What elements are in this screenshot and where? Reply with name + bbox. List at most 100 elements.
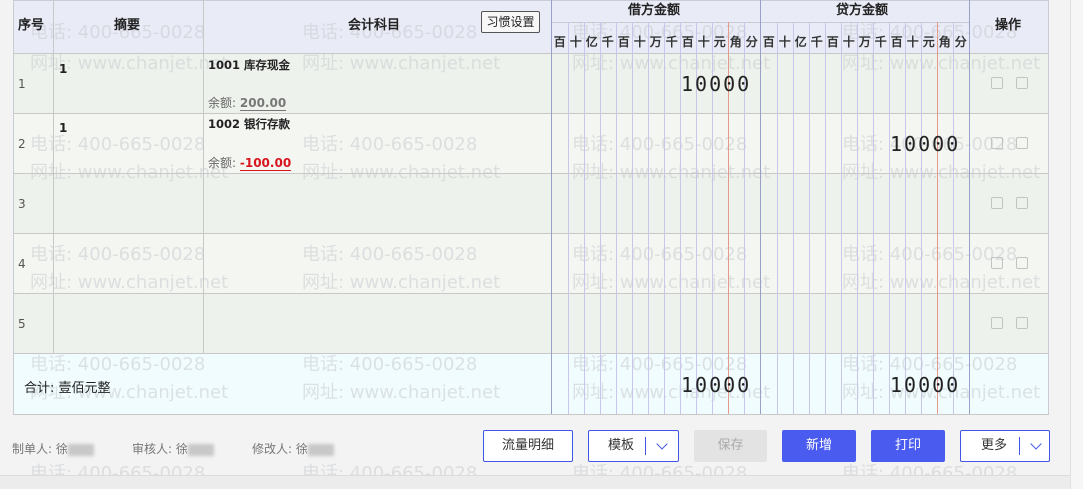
modifier-label: 修改人: 徐 [252,442,308,456]
amount-unit-label: 十 [633,35,646,49]
amount-unit-label: 百 [890,35,903,49]
digit-divider [584,22,585,414]
flow-detail-button[interactable]: 流量明细 [483,430,573,462]
col-border [203,0,204,353]
trash-icon[interactable] [1016,77,1028,89]
amount-unit-label: 万 [649,35,662,49]
trash-icon[interactable] [1016,257,1028,269]
digit-divider [841,22,842,414]
row-border [13,113,1049,114]
amount-unit-label: 千 [601,35,614,49]
copy-icon[interactable] [991,137,1003,149]
row-debit-amount[interactable]: 10000 [681,72,751,96]
row-seq: 1 [18,77,26,91]
row-summary[interactable]: 1 [59,62,67,76]
digit-divider [873,22,874,414]
amount-unit-label: 角 [729,35,742,49]
total-debit-amount: 10000 [681,373,752,397]
maker-label: 制单人: 徐 [12,442,68,456]
digit-divider [568,22,569,414]
amount-unit-label: 千 [874,35,887,49]
trash-icon[interactable] [1016,137,1028,149]
total-credit-amount: 10000 [890,373,961,397]
amount-unit-label: 十 [842,35,855,49]
redacted-name [187,443,214,456]
digit-divider [600,22,601,414]
template-label[interactable]: 模板 [589,431,653,461]
copy-icon[interactable] [991,197,1003,209]
balance-value[interactable]: -100.00 [239,156,292,171]
header-bottom-border [13,53,1049,54]
digit-divider [953,22,954,414]
table-row[interactable] [14,233,1048,293]
table-row[interactable] [14,293,1048,353]
table-row[interactable] [14,173,1048,233]
header-summary: 摘要 [114,18,141,33]
copy-icon[interactable] [991,317,1003,329]
amount-unit-label: 千 [665,35,678,49]
vertical-scrollbar[interactable] [1070,0,1083,489]
balance-label: 余额: [208,156,237,170]
amount-unit-label: 十 [569,35,582,49]
amount-unit-label: 分 [954,35,967,49]
amount-unit-label: 元 [713,35,726,49]
row-border [13,173,1049,174]
amount-unit-label: 十 [906,35,919,49]
habit-settings-button[interactable]: 习惯设置 [481,11,540,33]
row-subject[interactable]: 1002 银行存款 [208,116,290,132]
digit-divider [777,22,778,414]
table-row[interactable] [14,53,1048,113]
print-button[interactable]: 打印 [871,430,945,462]
digit-divider [616,22,617,414]
copy-icon[interactable] [991,77,1003,89]
template-split-button[interactable]: 模板 [588,430,679,462]
reviewer-label: 审核人: 徐 [132,442,188,456]
amount-unit-label: 百 [826,35,839,49]
col-border [760,0,761,414]
header-ops: 操作 [995,18,1022,33]
split-divider [1019,437,1020,455]
col-border [969,0,970,414]
amount-unit-label: 百 [681,35,694,49]
trash-icon[interactable] [1016,197,1028,209]
horizontal-scrollbar[interactable] [0,475,1070,489]
more-label[interactable]: 更多 [961,431,1027,461]
digit-divider [809,22,810,414]
add-button[interactable]: 新增 [782,430,856,462]
amount-unit-label: 元 [922,35,935,49]
amount-unit-label: 百 [617,35,630,49]
row-credit-amount[interactable]: 10000 [890,132,960,156]
trash-icon[interactable] [1016,317,1028,329]
col-border [53,0,54,353]
copy-icon[interactable] [991,257,1003,269]
balance-value[interactable]: 200.00 [239,96,287,111]
amount-unit-label: 亿 [794,35,807,49]
amount-unit-label: 百 [762,35,775,49]
row-summary[interactable]: 1 [59,121,67,135]
row-seq: 4 [18,257,26,271]
amount-unit-label: 千 [810,35,823,49]
digit-divider [857,22,858,414]
digit-divider [905,22,906,414]
row-seq: 3 [18,197,26,211]
header-subject: 会计科目 [348,18,401,33]
row-balance: 余额: 200.00 [208,94,287,111]
row-subject[interactable]: 1001 库存现金 [208,57,290,73]
more-split-button[interactable]: 更多 [960,430,1050,462]
save-button[interactable]: 保存 [694,430,767,462]
maker-info: 制单人: 徐 [12,440,94,457]
digit-divider [889,22,890,414]
amount-unit-label: 万 [858,35,871,49]
redacted-name [67,443,94,456]
row-seq: 5 [18,317,26,331]
amount-unit-label: 角 [938,35,951,49]
chevron-down-icon[interactable] [1030,438,1042,450]
chevron-down-icon[interactable] [656,438,668,450]
voucher-table [13,0,1049,414]
digit-divider [825,22,826,414]
digit-divider [664,22,665,414]
row-border [13,293,1049,294]
amount-unit-label: 分 [745,35,758,49]
reviewer-info: 审核人: 徐 [132,440,214,457]
header-credit: 贷方金额 [836,3,889,18]
